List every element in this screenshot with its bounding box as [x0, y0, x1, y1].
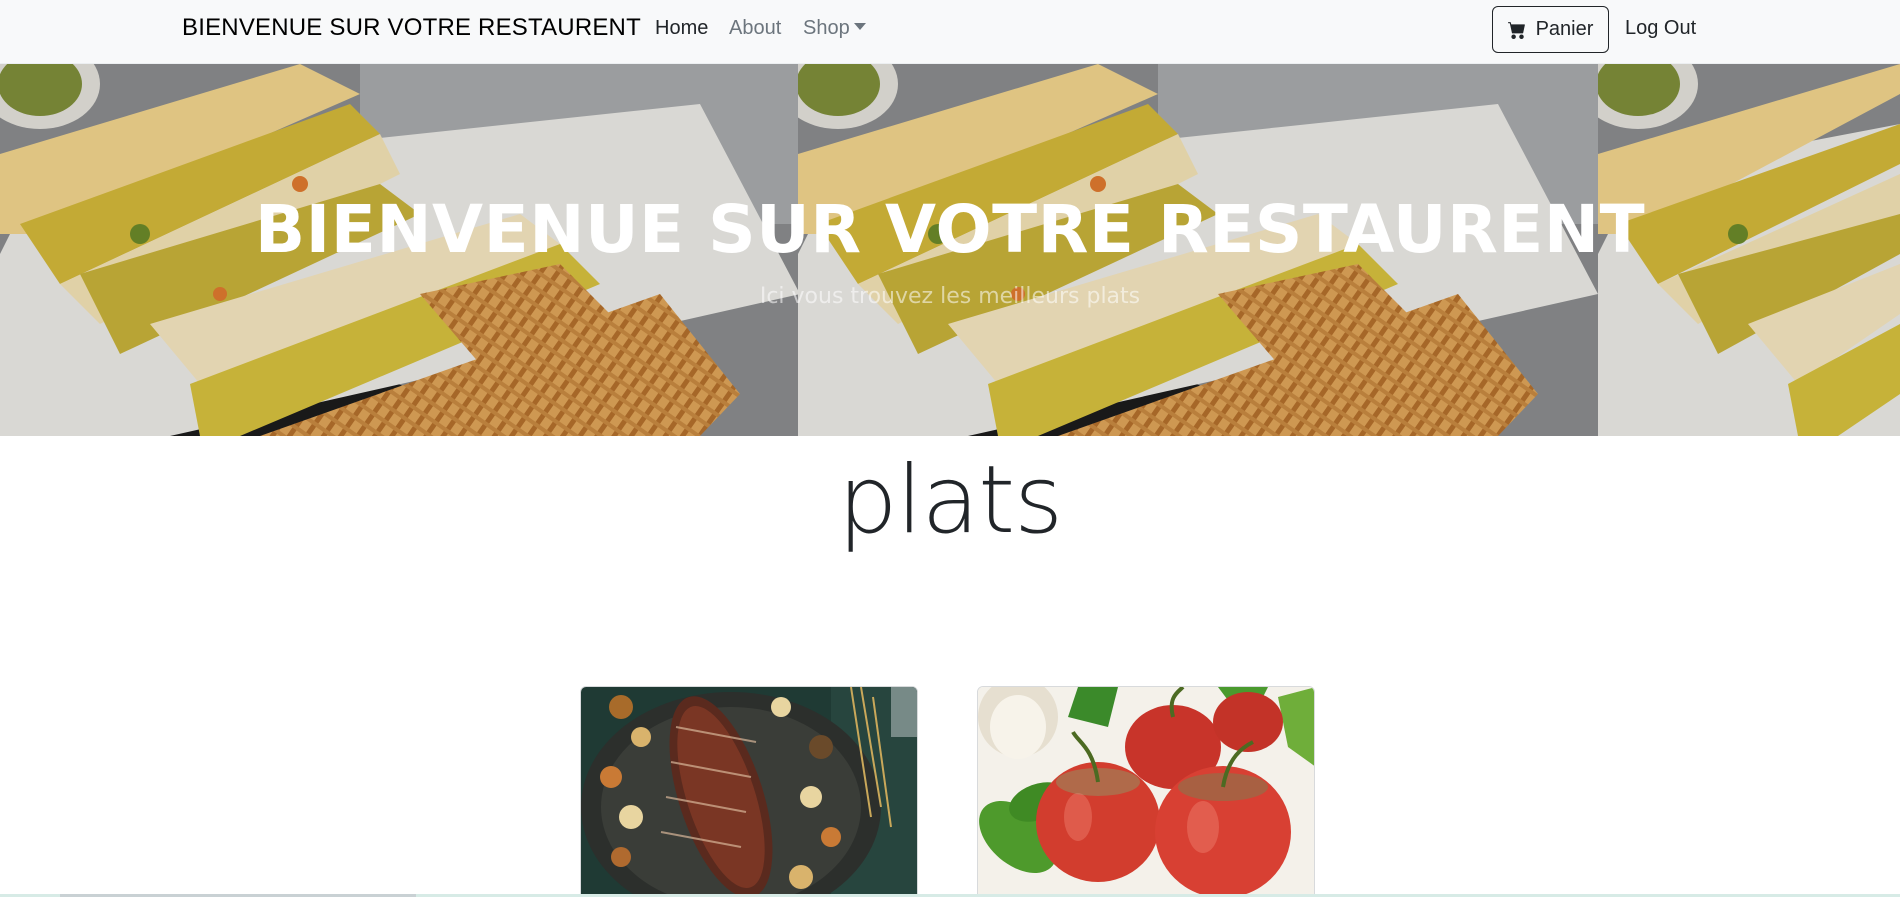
hero-title: BIENVENUE SUR VOTRE RESTAURENT — [254, 191, 1646, 268]
navbar: BIENVENUE SUR VOTRE RESTAURENT Home Abou… — [0, 0, 1900, 64]
nav-shop-dropdown[interactable]: Shop — [803, 17, 866, 40]
brand-link[interactable]: BIENVENUE SUR VOTRE RESTAURENT — [182, 14, 641, 42]
cart-icon — [1507, 21, 1526, 39]
dish-image-tomatoes — [978, 687, 1314, 896]
dish-card[interactable] — [580, 686, 918, 897]
cart-button-label: Panier — [1535, 18, 1594, 40]
nav-shop-label: Shop — [803, 17, 850, 39]
dish-card[interactable] — [977, 686, 1315, 897]
dish-image-roast — [581, 687, 917, 896]
hero-banner: BIENVENUE SUR VOTRE RESTAURENT Ici vous … — [0, 64, 1900, 436]
nav-home-link[interactable]: Home — [655, 17, 708, 40]
nav-about-link[interactable]: About — [729, 17, 781, 40]
section-title: plats — [837, 446, 1063, 555]
chevron-down-icon — [853, 23, 866, 30]
cart-button[interactable]: Panier — [1492, 6, 1609, 53]
logout-link[interactable]: Log Out — [1625, 17, 1696, 40]
hero-subtitle: Ici vous trouvez les meilleurs plats — [759, 284, 1141, 309]
